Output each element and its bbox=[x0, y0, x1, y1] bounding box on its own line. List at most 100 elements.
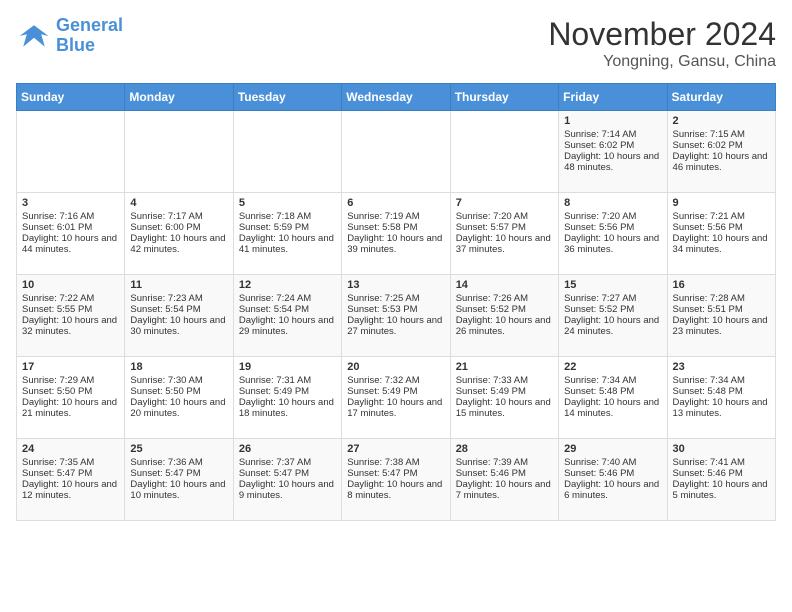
day-info: Sunrise: 7:25 AM bbox=[347, 293, 444, 304]
calendar-cell: 17Sunrise: 7:29 AMSunset: 5:50 PMDayligh… bbox=[17, 357, 125, 439]
day-number: 2 bbox=[673, 115, 770, 127]
day-number: 24 bbox=[22, 443, 119, 455]
day-info: Sunrise: 7:37 AM bbox=[239, 457, 336, 468]
calendar-cell: 5Sunrise: 7:18 AMSunset: 5:59 PMDaylight… bbox=[233, 193, 341, 275]
day-info: Sunrise: 7:16 AM bbox=[22, 211, 119, 222]
day-info: Daylight: 10 hours and 6 minutes. bbox=[564, 479, 661, 501]
day-info: Sunrise: 7:14 AM bbox=[564, 129, 661, 140]
day-info: Daylight: 10 hours and 32 minutes. bbox=[22, 315, 119, 337]
day-info: Sunset: 5:52 PM bbox=[564, 304, 661, 315]
day-info: Sunrise: 7:24 AM bbox=[239, 293, 336, 304]
day-info: Sunrise: 7:32 AM bbox=[347, 375, 444, 386]
day-info: Daylight: 10 hours and 13 minutes. bbox=[673, 397, 770, 419]
day-number: 27 bbox=[347, 443, 444, 455]
day-info: Daylight: 10 hours and 30 minutes. bbox=[130, 315, 227, 337]
day-number: 7 bbox=[456, 197, 553, 209]
logo-line2: Blue bbox=[56, 35, 95, 55]
calendar-week-2: 3Sunrise: 7:16 AMSunset: 6:01 PMDaylight… bbox=[17, 193, 776, 275]
day-info: Sunrise: 7:26 AM bbox=[456, 293, 553, 304]
day-info: Daylight: 10 hours and 5 minutes. bbox=[673, 479, 770, 501]
day-info: Sunset: 5:59 PM bbox=[239, 222, 336, 233]
day-info: Sunset: 5:48 PM bbox=[564, 386, 661, 397]
day-number: 3 bbox=[22, 197, 119, 209]
day-number: 20 bbox=[347, 361, 444, 373]
day-info: Daylight: 10 hours and 26 minutes. bbox=[456, 315, 553, 337]
day-info: Sunrise: 7:36 AM bbox=[130, 457, 227, 468]
calendar-body: 1Sunrise: 7:14 AMSunset: 6:02 PMDaylight… bbox=[17, 111, 776, 521]
calendar-week-3: 10Sunrise: 7:22 AMSunset: 5:55 PMDayligh… bbox=[17, 275, 776, 357]
calendar-cell: 24 Sunrise: 7:35 AMSunset: 5:47 PMDayligh… bbox=[17, 439, 125, 521]
day-info: Sunrise: 7:28 AM bbox=[673, 293, 770, 304]
day-info: Sunset: 5:47 PM bbox=[130, 468, 227, 479]
day-info: Sunrise: 7:35 AM bbox=[22, 457, 119, 468]
calendar-cell: 23Sunrise: 7:34 AMSunset: 5:48 PMDayligh… bbox=[667, 357, 775, 439]
day-number: 23 bbox=[673, 361, 770, 373]
month-title: November 2024 bbox=[548, 16, 776, 53]
day-info: Sunset: 6:02 PM bbox=[673, 140, 770, 151]
calendar-cell: 14Sunrise: 7:26 AMSunset: 5:52 PMDayligh… bbox=[450, 275, 558, 357]
day-info: Sunset: 5:47 PM bbox=[22, 468, 119, 479]
day-info: Sunset: 5:56 PM bbox=[564, 222, 661, 233]
day-info: Daylight: 10 hours and 15 minutes. bbox=[456, 397, 553, 419]
day-info: Sunrise: 7:30 AM bbox=[130, 375, 227, 386]
header-saturday: Saturday bbox=[667, 84, 775, 111]
calendar-cell: 25Sunrise: 7:36 AMSunset: 5:47 PMDayligh… bbox=[125, 439, 233, 521]
day-info: Sunset: 5:51 PM bbox=[673, 304, 770, 315]
logo-line1: General bbox=[56, 15, 123, 35]
day-info: Sunset: 5:46 PM bbox=[673, 468, 770, 479]
calendar-week-5: 24Sunrise: 7:35 AMSunset: 5:47 PMDayligh… bbox=[17, 439, 776, 521]
day-number: 8 bbox=[564, 197, 661, 209]
day-number: 21 bbox=[456, 361, 553, 373]
day-number: 9 bbox=[673, 197, 770, 209]
day-info: Sunrise: 7:41 AM bbox=[673, 457, 770, 468]
header-sunday: Sunday bbox=[17, 84, 125, 111]
day-info: Sunrise: 7:22 AM bbox=[22, 293, 119, 304]
day-info: Sunset: 5:49 PM bbox=[347, 386, 444, 397]
header-tuesday: Tuesday bbox=[233, 84, 341, 111]
calendar-cell: 29Sunrise: 7:40 AMSunset: 5:46 PMDayligh… bbox=[559, 439, 667, 521]
day-number: 13 bbox=[347, 279, 444, 291]
day-number: 30 bbox=[673, 443, 770, 455]
calendar-table: SundayMondayTuesdayWednesdayThursdayFrid… bbox=[16, 83, 776, 521]
day-info: Sunset: 5:50 PM bbox=[130, 386, 227, 397]
day-number: 11 bbox=[130, 279, 227, 291]
calendar-cell: 10Sunrise: 7:22 AMSunset: 5:55 PMDayligh… bbox=[17, 275, 125, 357]
day-info: Daylight: 10 hours and 7 minutes. bbox=[456, 479, 553, 501]
day-info: Daylight: 10 hours and 27 minutes. bbox=[347, 315, 444, 337]
calendar-cell bbox=[233, 111, 341, 193]
day-info: Sunrise: 7:39 AM bbox=[456, 457, 553, 468]
day-info: Daylight: 10 hours and 39 minutes. bbox=[347, 233, 444, 255]
logo: General Blue bbox=[16, 16, 123, 56]
day-info: Sunrise: 7:34 AM bbox=[673, 375, 770, 386]
day-number: 6 bbox=[347, 197, 444, 209]
location-subtitle: Yongning, Gansu, China bbox=[548, 53, 776, 71]
calendar-cell: 13 Sunrise: 7:25 AMSunset: 5:53 PMDayligh… bbox=[342, 275, 450, 357]
day-info: Daylight: 10 hours and 24 minutes. bbox=[564, 315, 661, 337]
day-number: 5 bbox=[239, 197, 336, 209]
title-block: November 2024 Yongning, Gansu, China bbox=[548, 16, 776, 71]
day-info: Sunset: 5:54 PM bbox=[130, 304, 227, 315]
calendar-cell: 22Sunrise: 7:34 AMSunset: 5:48 PMDayligh… bbox=[559, 357, 667, 439]
day-number: 15 bbox=[564, 279, 661, 291]
calendar-cell bbox=[342, 111, 450, 193]
day-number: 10 bbox=[22, 279, 119, 291]
calendar-week-4: 17Sunrise: 7:29 AMSunset: 5:50 PMDayligh… bbox=[17, 357, 776, 439]
day-info: Sunset: 5:56 PM bbox=[673, 222, 770, 233]
day-info: Sunset: 6:00 PM bbox=[130, 222, 227, 233]
day-info: Sunrise: 7:38 AM bbox=[347, 457, 444, 468]
header-monday: Monday bbox=[125, 84, 233, 111]
calendar-cell: 3Sunrise: 7:16 AMSunset: 6:01 PMDaylight… bbox=[17, 193, 125, 275]
day-info: Sunset: 5:53 PM bbox=[347, 304, 444, 315]
day-info: Daylight: 10 hours and 9 minutes. bbox=[239, 479, 336, 501]
day-number: 17 bbox=[22, 361, 119, 373]
day-info: Daylight: 10 hours and 41 minutes. bbox=[239, 233, 336, 255]
day-info: Sunrise: 7:21 AM bbox=[673, 211, 770, 222]
day-info: Sunrise: 7:20 AM bbox=[456, 211, 553, 222]
day-info: Daylight: 10 hours and 48 minutes. bbox=[564, 151, 661, 173]
day-info: Sunrise: 7:31 AM bbox=[239, 375, 336, 386]
day-info: Daylight: 10 hours and 21 minutes. bbox=[22, 397, 119, 419]
day-info: Sunrise: 7:17 AM bbox=[130, 211, 227, 222]
day-number: 25 bbox=[130, 443, 227, 455]
day-info: Daylight: 10 hours and 42 minutes. bbox=[130, 233, 227, 255]
day-info: Daylight: 10 hours and 12 minutes. bbox=[22, 479, 119, 501]
